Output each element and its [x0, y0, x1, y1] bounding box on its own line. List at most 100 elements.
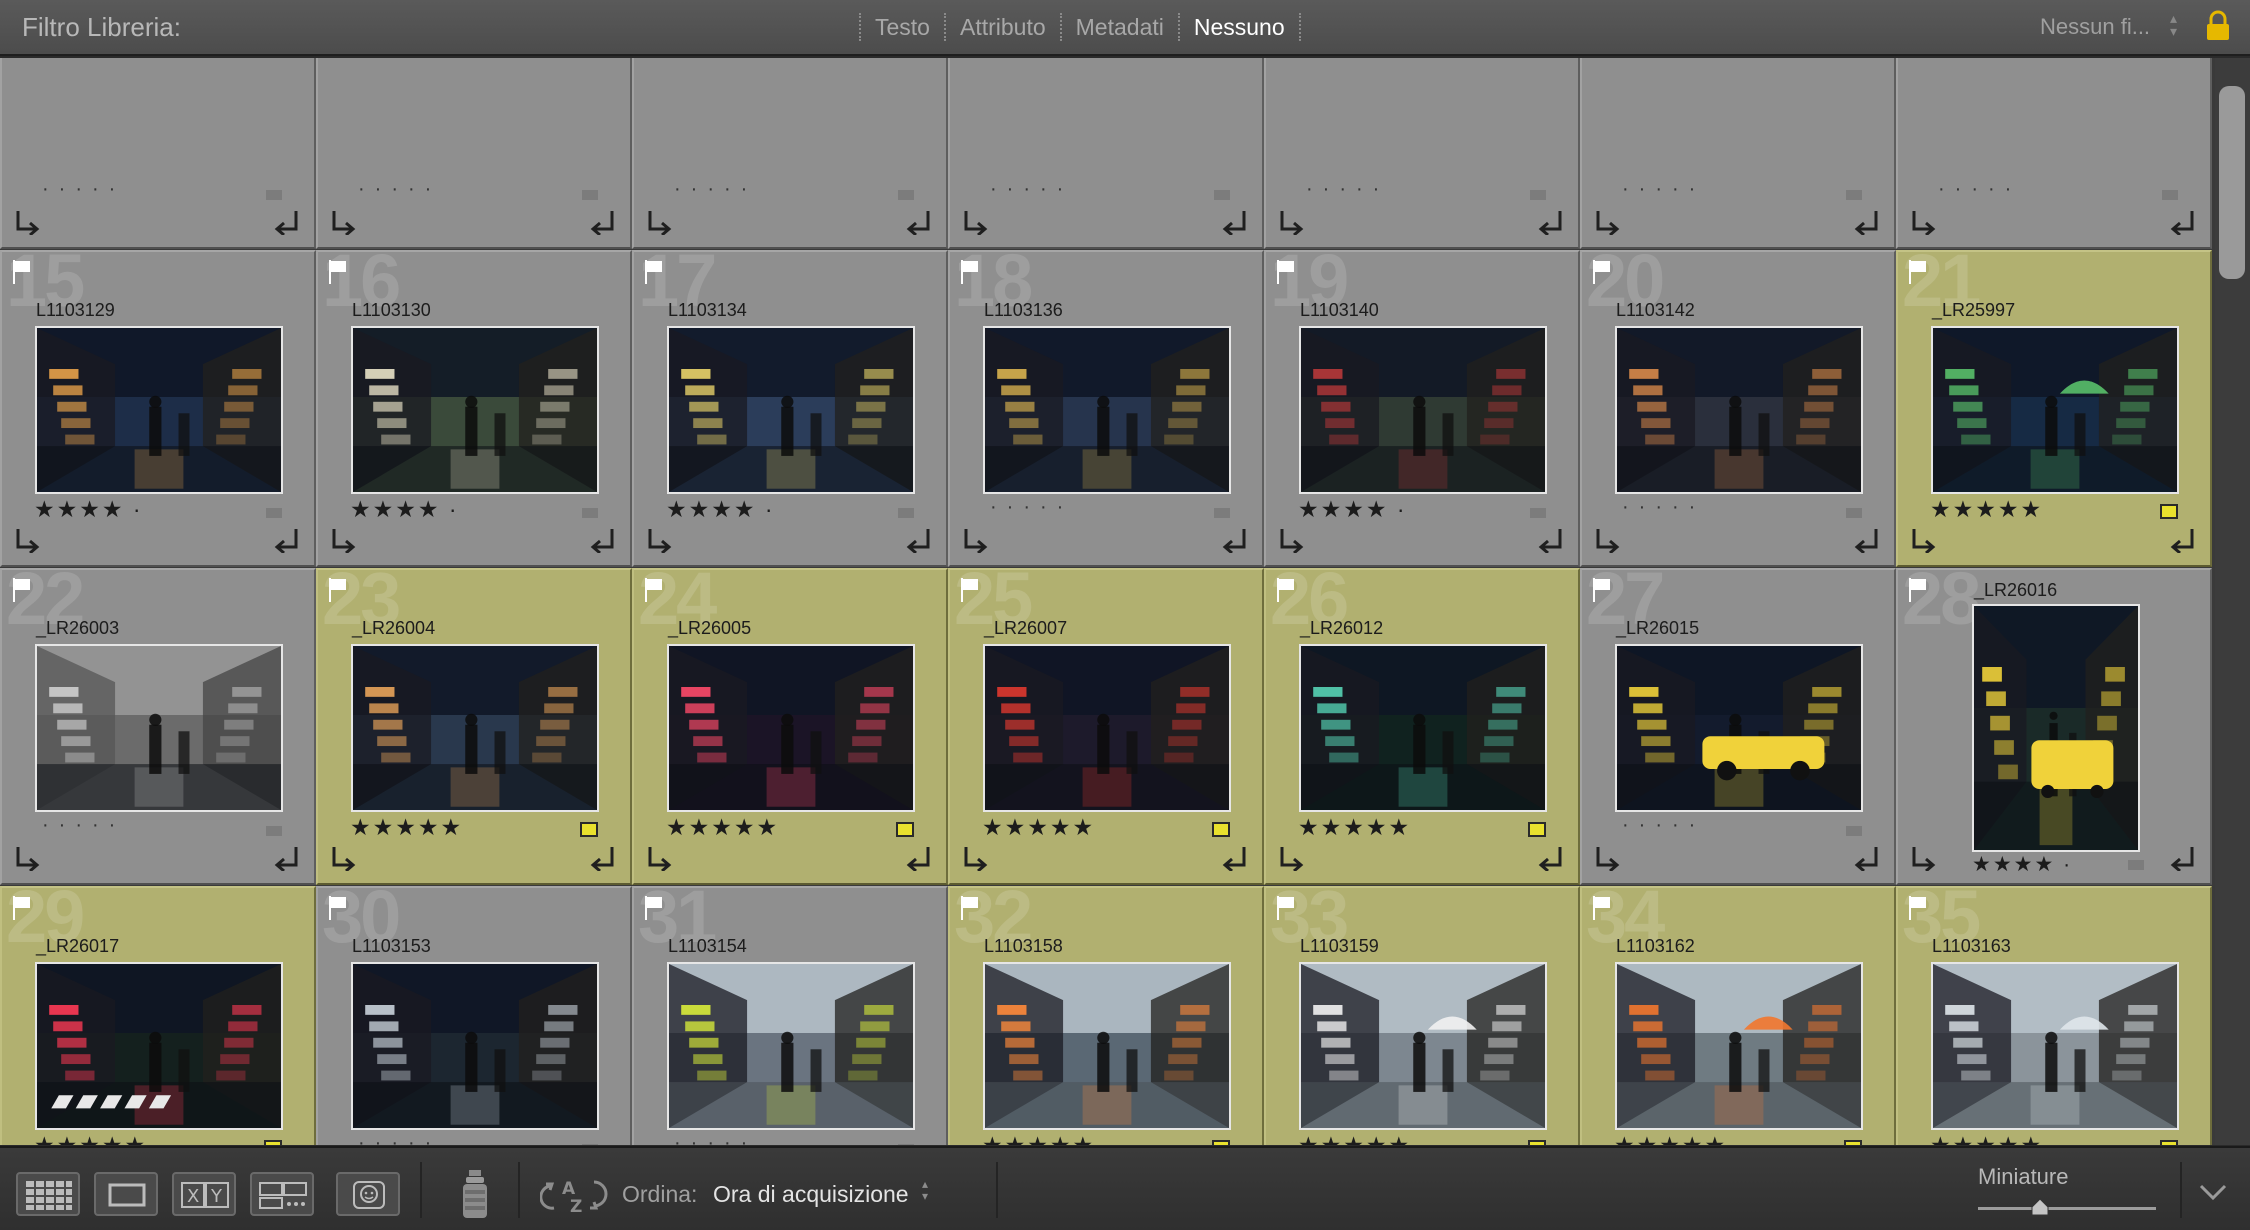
rotate-right-icon[interactable] — [588, 527, 618, 553]
star-rating[interactable]: ····· — [1622, 814, 1705, 837]
slider-knob[interactable] — [2030, 1198, 2050, 1216]
chevron-up-down-icon[interactable]: ▴ ▾ — [2170, 11, 2177, 38]
rotate-left-icon[interactable] — [12, 527, 42, 553]
flag-icon[interactable] — [1592, 578, 1612, 602]
grid-cell[interactable]: 18 L1103136 ····· — [948, 250, 1264, 567]
grid-view-button[interactable] — [16, 1172, 80, 1216]
rotate-right-icon[interactable] — [1536, 845, 1566, 871]
color-label-chip[interactable] — [1212, 822, 1230, 837]
photo-thumbnail[interactable] — [667, 962, 915, 1130]
color-label-chip[interactable] — [1528, 822, 1546, 837]
color-label-chip[interactable] — [1530, 190, 1546, 200]
flag-icon[interactable] — [1592, 260, 1612, 284]
rotate-left-icon[interactable] — [328, 209, 358, 235]
grid-cell[interactable]: 31 L1103154 ····· — [632, 886, 948, 1145]
flag-icon[interactable] — [1276, 578, 1296, 602]
grid-cell[interactable]: 9····· — [316, 58, 632, 249]
photo-thumbnail[interactable] — [1299, 962, 1547, 1130]
rotate-left-icon[interactable] — [1908, 527, 1938, 553]
star-rating[interactable]: ★★★★★ — [1298, 814, 1411, 841]
color-label-chip[interactable] — [1846, 508, 1862, 518]
color-label-chip[interactable] — [896, 822, 914, 837]
grid-cell[interactable]: 10····· — [632, 58, 948, 249]
photo-thumbnail[interactable] — [1931, 962, 2179, 1130]
survey-view-button[interactable] — [250, 1172, 314, 1216]
grid-cell[interactable]: 23 _LR26004 ★★★★★ — [316, 568, 632, 885]
rotate-left-icon[interactable] — [1908, 845, 1938, 871]
star-rating[interactable]: ····· — [358, 1132, 441, 1145]
star-rating[interactable]: ····· — [358, 178, 441, 201]
rotate-left-icon[interactable] — [644, 209, 674, 235]
grid-cell[interactable]: 17 L1103134 ★★★★ · — [632, 250, 948, 567]
rotate-right-icon[interactable] — [904, 845, 934, 871]
tab-metadati[interactable]: Metadati — [1076, 12, 1164, 43]
star-rating[interactable]: ★★★★★ — [982, 1132, 1095, 1145]
star-rating[interactable]: ★★★★ · — [1298, 496, 1407, 523]
rotate-right-icon[interactable] — [1536, 209, 1566, 235]
tab-nessuno[interactable]: Nessuno — [1194, 12, 1285, 43]
rotate-left-icon[interactable] — [960, 209, 990, 235]
grid-cell[interactable]: 30 L1103153 ····· — [316, 886, 632, 1145]
photo-thumbnail[interactable] — [1299, 326, 1547, 494]
scrollbar-thumb[interactable] — [2219, 85, 2245, 279]
grid-cell[interactable]: 12····· — [1264, 58, 1580, 249]
star-rating[interactable]: ····· — [1622, 178, 1705, 201]
rotate-left-icon[interactable] — [1276, 845, 1306, 871]
star-rating[interactable]: ★★★★★ — [1298, 1132, 1411, 1145]
color-label-chip[interactable] — [266, 826, 282, 836]
color-label-chip[interactable] — [582, 1144, 598, 1145]
color-label-chip[interactable] — [1846, 826, 1862, 836]
photo-thumbnail[interactable] — [35, 326, 283, 494]
rotate-left-icon[interactable] — [960, 845, 990, 871]
color-label-chip[interactable] — [2162, 190, 2178, 200]
rotate-right-icon[interactable] — [272, 845, 302, 871]
grid-cell[interactable]: 16 L1103130 ★★★★ · — [316, 250, 632, 567]
rotate-left-icon[interactable] — [1908, 209, 1938, 235]
grid-cell[interactable]: 14····· — [1896, 58, 2212, 249]
flag-icon[interactable] — [328, 896, 348, 920]
rotate-left-icon[interactable] — [328, 845, 358, 871]
star-rating[interactable]: ····· — [1306, 178, 1389, 201]
compare-view-button[interactable]: X Y — [172, 1172, 236, 1216]
grid-cell[interactable]: 27 _LR26015 ····· — [1580, 568, 1896, 885]
color-label-chip[interactable] — [266, 190, 282, 200]
color-label-chip[interactable] — [582, 508, 598, 518]
rotate-right-icon[interactable] — [1220, 527, 1250, 553]
color-label-chip[interactable] — [1528, 1140, 1546, 1145]
flag-icon[interactable] — [644, 896, 664, 920]
grid-cell[interactable]: 24 _LR26005 ★★★★★ — [632, 568, 948, 885]
sort-az-icon[interactable]: A Z — [540, 1174, 612, 1216]
star-rating[interactable]: ····· — [674, 178, 757, 201]
color-label-chip[interactable] — [266, 508, 282, 518]
star-rating[interactable]: ····· — [990, 496, 1073, 519]
star-rating[interactable]: ★★★★★ — [1930, 1132, 2043, 1145]
star-rating[interactable]: ★★★★★ — [1930, 496, 2043, 523]
star-rating[interactable]: ★★★★ · — [666, 496, 775, 523]
rotate-left-icon[interactable] — [12, 845, 42, 871]
grid-cell[interactable]: 11····· — [948, 58, 1264, 249]
grid-cell[interactable]: 29 _LR26017 ★★★★★ — [0, 886, 316, 1145]
tab-attributo[interactable]: Attributo — [960, 12, 1046, 43]
flag-icon[interactable] — [644, 578, 664, 602]
star-rating[interactable]: ★★★★★ — [1614, 1132, 1727, 1145]
tab-testo[interactable]: Testo — [875, 12, 930, 43]
rotate-right-icon[interactable] — [2168, 527, 2198, 553]
star-rating[interactable]: ★★★★★ — [666, 814, 779, 841]
grid-cell[interactable]: 35 L1103163 ★★★★★ — [1896, 886, 2212, 1145]
rotate-left-icon[interactable] — [12, 209, 42, 235]
color-label-chip[interactable] — [1212, 1140, 1230, 1145]
rotate-right-icon[interactable] — [1536, 527, 1566, 553]
color-label-chip[interactable] — [580, 822, 598, 837]
star-rating[interactable]: ★★★★ · — [1972, 852, 2072, 877]
rotate-left-icon[interactable] — [960, 527, 990, 553]
rotate-right-icon[interactable] — [2168, 845, 2198, 871]
photo-thumbnail[interactable] — [667, 326, 915, 494]
rotate-right-icon[interactable] — [588, 209, 618, 235]
color-label-chip[interactable] — [898, 1144, 914, 1145]
grid-scrollbar[interactable] — [2215, 58, 2250, 1145]
rotate-right-icon[interactable] — [272, 209, 302, 235]
flag-icon[interactable] — [960, 578, 980, 602]
flag-icon[interactable] — [1908, 578, 1928, 602]
color-label-chip[interactable] — [582, 190, 598, 200]
photo-thumbnail[interactable] — [667, 644, 915, 812]
